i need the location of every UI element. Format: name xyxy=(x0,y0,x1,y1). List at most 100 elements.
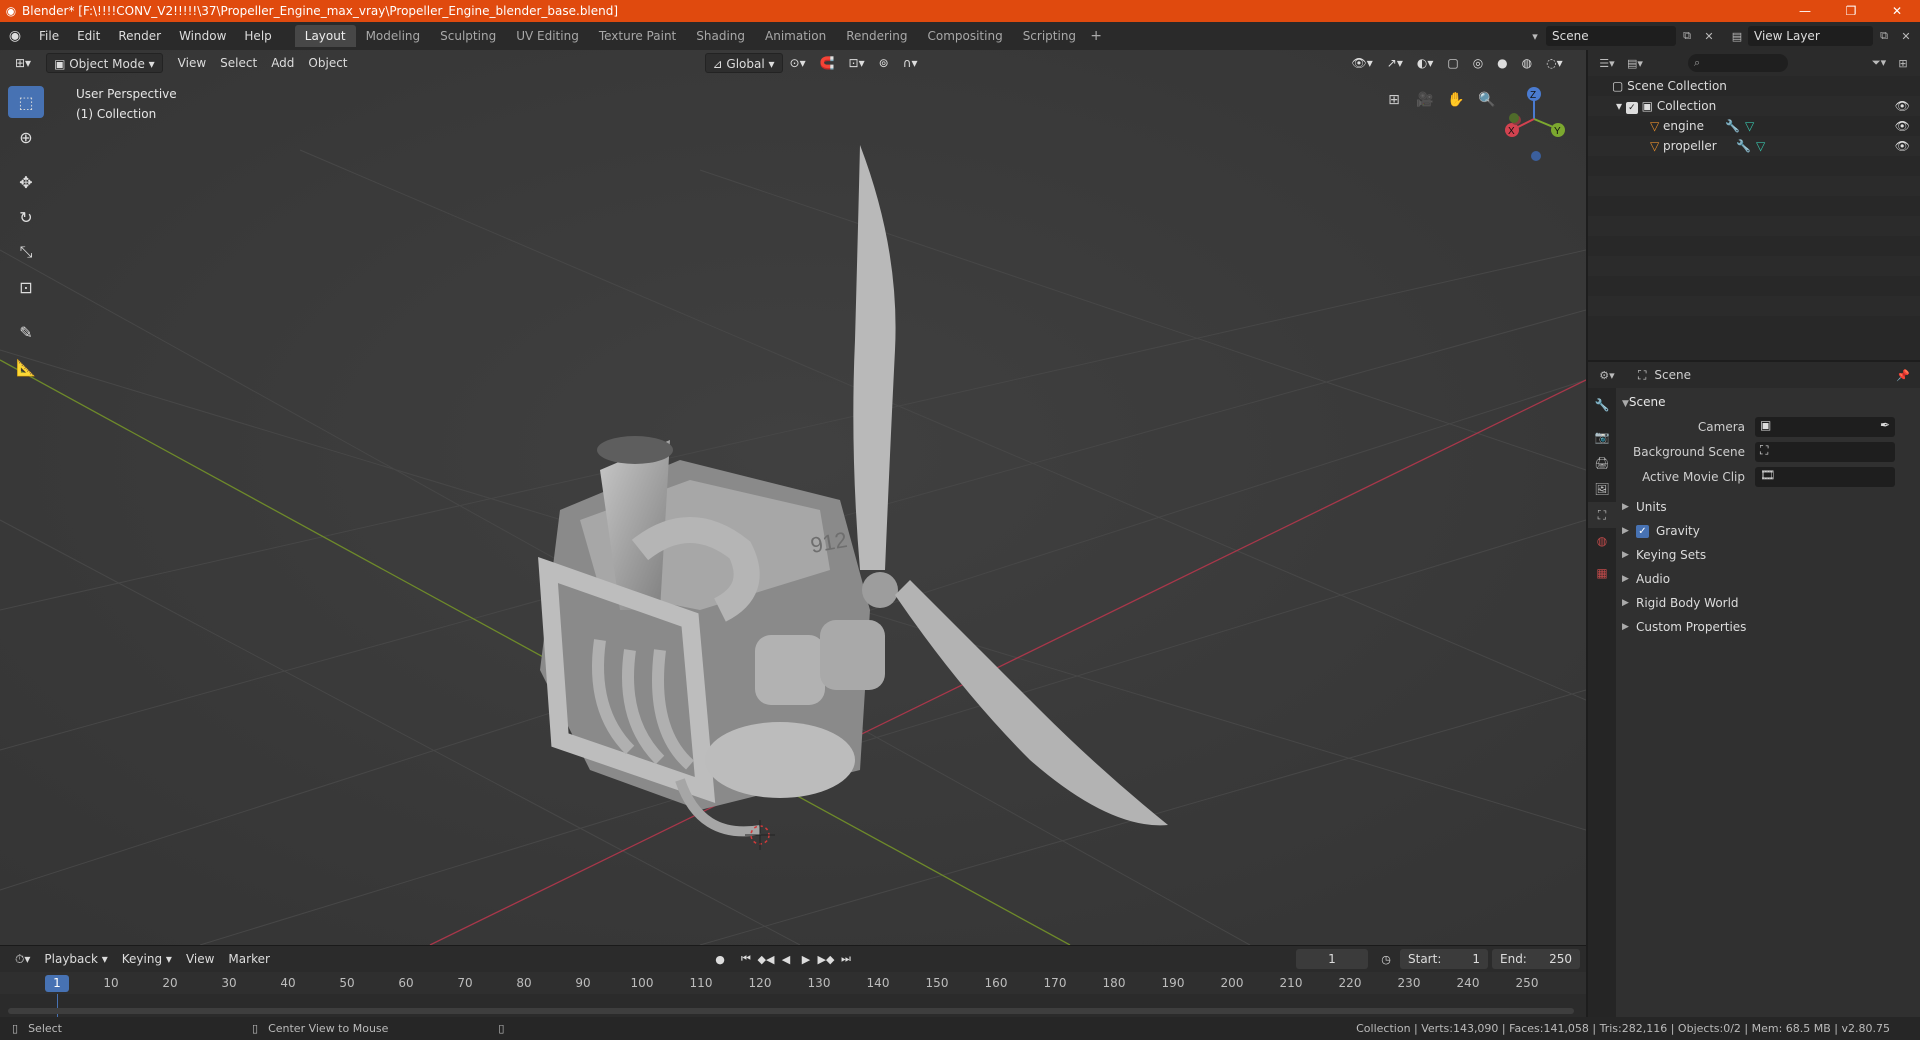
tab-shading[interactable]: Shading xyxy=(686,25,755,47)
current-frame-field[interactable]: 1 xyxy=(1296,949,1368,969)
panel-collapsed-icon[interactable]: ▶ xyxy=(1622,591,1636,615)
viewport-menu-object[interactable]: Object xyxy=(301,53,354,73)
transform-orientation-dropdown[interactable]: ⊿ Global ▾ xyxy=(704,53,783,73)
record-icon[interactable]: ● xyxy=(710,949,730,969)
outliner-row-collection[interactable]: ▾ ✓ ▣ Collection 👁 xyxy=(1588,96,1920,116)
select-box-tool-icon[interactable]: ⬚ xyxy=(8,86,44,118)
menu-file[interactable]: File xyxy=(30,25,68,47)
rendered-shading-icon[interactable]: ◌▾ xyxy=(1539,53,1570,73)
snap-target-icon[interactable]: ⊡▾ xyxy=(842,53,872,73)
engine-visibility-eye-icon[interactable]: 👁 xyxy=(1895,116,1910,136)
viewport-scene[interactable]: 912 Z Y X xyxy=(0,50,1586,945)
close-button[interactable]: ✕ xyxy=(1874,0,1920,22)
measure-tool-icon[interactable]: 📐 xyxy=(8,351,44,383)
annotate-tool-icon[interactable]: ✎ xyxy=(8,316,44,348)
modifier-wrench-icon[interactable]: 🔧 xyxy=(1736,136,1751,156)
active-movie-clip-field[interactable]: 🎞 xyxy=(1755,466,1895,487)
rotate-tool-icon[interactable]: ↻ xyxy=(8,201,44,233)
tool-tab-icon[interactable]: 🔧 xyxy=(1588,392,1616,418)
menu-edit[interactable]: Edit xyxy=(68,25,109,47)
outliner-row-engine[interactable]: ▽ engine 🔧 ▽ 👁 xyxy=(1588,116,1920,136)
view-layer-tab-icon[interactable]: 🖼 xyxy=(1588,476,1616,502)
tab-uv-editing[interactable]: UV Editing xyxy=(506,25,589,47)
panel-collapsed-icon[interactable]: ▶ xyxy=(1622,567,1636,591)
current-frame-indicator[interactable]: 1 xyxy=(45,975,69,992)
collection-checkbox-icon[interactable]: ✓ xyxy=(1625,102,1638,114)
tab-layout[interactable]: Layout xyxy=(294,25,356,47)
menu-render[interactable]: Render xyxy=(109,25,170,47)
panel-collapsed-icon[interactable]: ▶ xyxy=(1622,615,1636,639)
overlays-icon[interactable]: ◐▾ xyxy=(1410,53,1441,73)
eyedropper-icon[interactable]: ✒ xyxy=(1880,418,1890,432)
gravity-panel[interactable]: ▶ ✓ Gravity xyxy=(1622,519,1916,543)
timeline-menu-view[interactable]: View xyxy=(179,949,221,969)
scene-name-field[interactable]: Scene xyxy=(1546,26,1676,46)
outliner-row-scene-collection[interactable]: ▢ Scene Collection xyxy=(1588,76,1920,96)
keying-sets-panel[interactable]: ▶ Keying Sets xyxy=(1622,543,1916,567)
menu-window[interactable]: Window xyxy=(170,25,235,47)
preview-range-clock-icon[interactable]: ◷ xyxy=(1376,949,1396,969)
outliner-search-input[interactable]: ⌕ xyxy=(1688,54,1788,72)
tab-sculpting[interactable]: Sculpting xyxy=(430,25,506,47)
scene-tab-icon[interactable]: ⛶ xyxy=(1588,502,1616,528)
new-collection-icon[interactable]: ⊞ xyxy=(1892,53,1914,73)
move-tool-icon[interactable]: ✥ xyxy=(8,166,44,198)
pan-hand-icon[interactable]: ✋ xyxy=(1442,86,1470,114)
play-icon[interactable]: ▶ xyxy=(796,949,816,969)
panel-collapsed-icon[interactable]: ▶ xyxy=(1622,519,1636,543)
delete-view-layer-icon[interactable]: ✕ xyxy=(1895,26,1917,46)
propeller-visibility-eye-icon[interactable]: 👁 xyxy=(1895,136,1910,156)
timeline-menu-marker[interactable]: Marker xyxy=(221,949,276,969)
jump-keyframe-forward-icon[interactable]: ▶◆ xyxy=(816,949,836,969)
minimize-button[interactable]: — xyxy=(1782,0,1828,22)
timeline-menu-playback[interactable]: Playback ▾ xyxy=(37,949,114,969)
pivot-point-icon[interactable]: ⊙▾ xyxy=(783,53,813,73)
audio-panel[interactable]: ▶ Audio xyxy=(1622,567,1916,591)
tab-modeling[interactable]: Modeling xyxy=(356,25,431,47)
texture-tab-icon[interactable]: ▦ xyxy=(1588,560,1616,586)
background-scene-field[interactable]: ⛶ xyxy=(1755,441,1895,462)
pin-icon[interactable]: 📌 xyxy=(1892,365,1914,385)
gizmo-toggle-icon[interactable]: ↗▾ xyxy=(1380,53,1410,73)
panel-collapsed-icon[interactable]: ▶ xyxy=(1622,543,1636,567)
scale-tool-icon[interactable]: ⤡ xyxy=(8,236,44,268)
maximize-button[interactable]: ❐ xyxy=(1828,0,1874,22)
new-scene-icon[interactable]: ⧉ xyxy=(1676,26,1698,46)
timeline-scrollbar[interactable] xyxy=(8,1008,1574,1014)
3d-viewport[interactable]: 912 Z Y X ⊞▾ ▣ Object Mode ▾ View Select… xyxy=(0,50,1586,945)
viewport-menu-add[interactable]: Add xyxy=(264,53,301,73)
panel-expand-icon[interactable]: ▼ xyxy=(1622,399,1629,409)
render-tab-icon[interactable]: 📷 xyxy=(1588,424,1616,450)
jump-end-icon[interactable]: ⏭ xyxy=(836,949,856,969)
new-view-layer-icon[interactable]: ⧉ xyxy=(1873,26,1895,46)
camera-view-icon[interactable]: 🎥 xyxy=(1411,86,1439,114)
outliner-row-propeller[interactable]: ▽ propeller 🔧 ▽ 👁 xyxy=(1588,136,1920,156)
falloff-icon[interactable]: ∩▾ xyxy=(896,53,925,73)
outliner-editor-type-icon[interactable]: ☰▾ xyxy=(1596,53,1618,73)
custom-properties-panel[interactable]: ▶ Custom Properties xyxy=(1622,615,1916,639)
frame-ruler[interactable]: 1 10 20 30 40 50 60 70 80 90 100 110 120… xyxy=(0,972,1586,994)
view-layer-icon[interactable]: ▤ xyxy=(1726,26,1748,46)
world-tab-icon[interactable]: ◍ xyxy=(1588,528,1616,554)
modifier-wrench-icon[interactable]: 🔧 xyxy=(1725,116,1740,136)
timeline-menu-keying[interactable]: Keying ▾ xyxy=(115,949,179,969)
jump-start-icon[interactable]: ⏮ xyxy=(736,949,756,969)
editor-type-icon[interactable]: ⊞▾ xyxy=(8,53,38,73)
material-shading-icon[interactable]: ◍ xyxy=(1515,53,1539,73)
menu-help[interactable]: Help xyxy=(235,25,280,47)
view-layer-field[interactable]: View Layer xyxy=(1748,26,1873,46)
snap-icon[interactable]: 🧲 xyxy=(813,53,842,73)
rigid-body-world-panel[interactable]: ▶ Rigid Body World xyxy=(1622,591,1916,615)
tab-scripting[interactable]: Scripting xyxy=(1013,25,1086,47)
object-mode-dropdown[interactable]: ▣ Object Mode ▾ xyxy=(46,53,163,73)
wireframe-shading-icon[interactable]: ◎ xyxy=(1466,53,1490,73)
panel-collapsed-icon[interactable]: ▶ xyxy=(1622,495,1636,519)
solid-shading-icon[interactable]: ● xyxy=(1490,53,1514,73)
viewport-menu-view[interactable]: View xyxy=(171,53,213,73)
camera-field[interactable]: ▣ ✒ xyxy=(1755,416,1895,437)
tab-compositing[interactable]: Compositing xyxy=(917,25,1012,47)
delete-scene-icon[interactable]: ✕ xyxy=(1698,26,1720,46)
properties-editor-type-icon[interactable]: ⚙▾ xyxy=(1596,365,1618,385)
tab-rendering[interactable]: Rendering xyxy=(836,25,917,47)
transform-tool-icon[interactable]: ⊡ xyxy=(8,271,44,303)
